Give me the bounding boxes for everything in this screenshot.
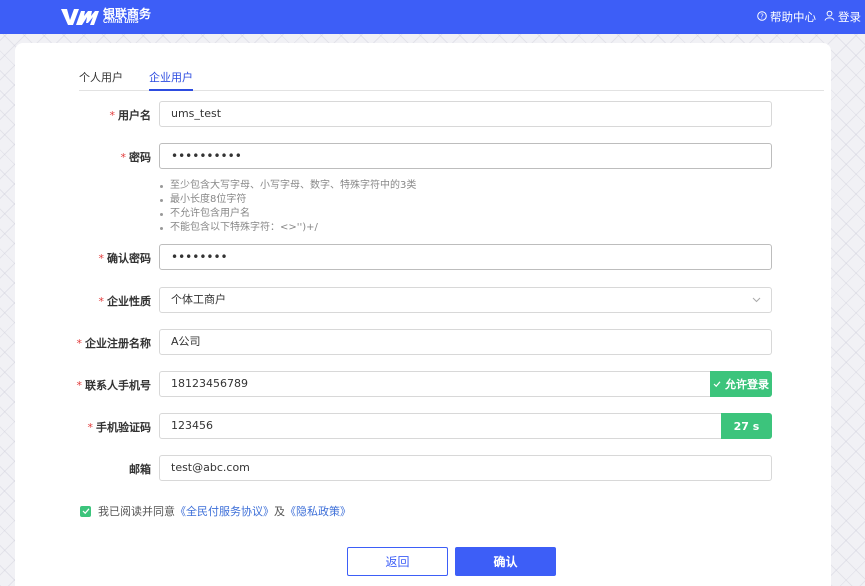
allow-login-badge[interactable]: 允许登录 (710, 371, 772, 397)
help-circle-icon: ? (757, 10, 767, 24)
allow-login-label: 允许登录 (725, 378, 769, 391)
password-input[interactable]: •••••••••• (159, 143, 772, 169)
contact-phone-input[interactable]: 18123456789 (159, 371, 772, 397)
agreement-checkbox[interactable] (80, 505, 91, 517)
contact-phone-label: * 联系人手机号 (76, 379, 152, 392)
registration-card: 个人用户 企业用户 * 用户名 ums_test * 密码 •••••••••• 至… (15, 43, 831, 586)
username-input[interactable]: ums_test (159, 101, 772, 127)
confirm-button[interactable]: 确认 (455, 547, 556, 576)
username-label: * 用户名 (109, 109, 152, 122)
service-agreement-link[interactable]: 《全民付服务协议》 (175, 503, 274, 519)
enterprise-type-select[interactable]: 个体工商户 (159, 287, 772, 313)
back-button[interactable]: 返回 (347, 547, 448, 576)
password-hint: 至少包含大写字母、小写字母、数字、特殊字符中的3类 (157, 179, 416, 193)
brand-name-en: China ums (103, 18, 139, 25)
login-link[interactable]: 登录 (824, 9, 861, 25)
enterprise-name-input[interactable]: A公司 (159, 329, 772, 355)
tab-personal-user[interactable]: 个人用户 (79, 69, 123, 89)
user-icon (824, 10, 835, 24)
login-label: 登录 (838, 10, 861, 24)
chevron-down-icon (752, 288, 761, 322)
agreement-prefix: 我已阅读并同意 (98, 505, 175, 518)
privacy-policy-link[interactable]: 《隐私政策》 (285, 503, 351, 519)
svg-text:?: ? (760, 13, 764, 21)
sms-countdown-button[interactable]: 27 s (721, 413, 772, 439)
password-hint: 最小长度8位字符 (157, 193, 416, 207)
enterprise-name-label: * 企业注册名称 (76, 337, 152, 350)
check-icon (713, 378, 721, 391)
agreement-joiner: 及 (274, 505, 285, 518)
user-type-tabs: 个人用户 企业用户 (79, 67, 824, 91)
ums-logo-icon (61, 9, 99, 25)
check-icon (82, 508, 89, 515)
enterprise-type-label: * 企业性质 (98, 295, 152, 308)
help-center-link[interactable]: ? 帮助中心 (757, 9, 816, 25)
tab-enterprise-user[interactable]: 企业用户 (149, 69, 193, 91)
sms-code-input[interactable]: 123456 (159, 413, 772, 439)
password-hint: 不允许包含用户名 (157, 207, 416, 221)
brand-logo[interactable]: 银联商务 China ums (60, 5, 160, 29)
confirm-password-label: * 确认密码 (98, 252, 152, 265)
enterprise-type-value: 个体工商户 (171, 293, 226, 306)
help-center-label: 帮助中心 (770, 10, 816, 24)
agreement-row: 我已阅读并同意 《全民付服务协议》 及 《隐私政策》 (80, 503, 351, 519)
sms-code-label: * 手机验证码 (87, 421, 152, 434)
password-hint: 不能包含以下特殊字符：<>'')+/ (157, 221, 416, 235)
confirm-password-input[interactable]: •••••••• (159, 244, 772, 270)
email-input[interactable]: test@abc.com (159, 455, 772, 481)
password-hints: 至少包含大写字母、小写字母、数字、特殊字符中的3类 最小长度8位字符 不允许包含… (157, 179, 416, 235)
email-label: 邮箱 (129, 463, 151, 476)
password-label: * 密码 (120, 151, 152, 164)
top-header: 银联商务 China ums ? 帮助中心 登录 (0, 0, 865, 34)
